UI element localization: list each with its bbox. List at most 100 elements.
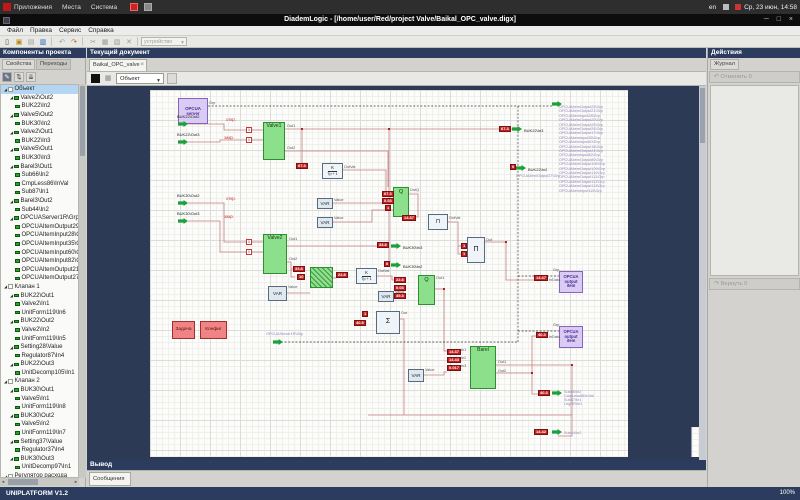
tree-item[interactable]: ◢Setting37\Value: [1, 437, 78, 446]
tree-item[interactable]: ◢BUK22\Out1: [1, 291, 78, 300]
redo-bar[interactable]: ↷ Вернуть 0: [709, 278, 800, 290]
tab-close-icon[interactable]: ×: [140, 60, 144, 71]
copy-icon[interactable]: ▦: [100, 37, 110, 47]
tab-journal[interactable]: Журнал: [710, 59, 739, 70]
cut-icon[interactable]: ✂: [88, 37, 98, 47]
tree-item[interactable]: OPCUAItemOutput29\Grp: [1, 223, 78, 232]
delete-icon[interactable]: ✕: [124, 37, 134, 47]
block-barel[interactable]: Barel: [470, 346, 496, 389]
block-var2[interactable]: VAR: [317, 217, 333, 228]
undo-bar[interactable]: ↶ Отменить 0: [709, 71, 800, 83]
edit-mode-icon[interactable]: ✎: [2, 72, 12, 82]
tree-item[interactable]: ◢BUK30\Out1: [1, 386, 78, 395]
block-prod1[interactable]: П: [467, 237, 485, 263]
tree-item[interactable]: Sub44\In2: [1, 205, 78, 214]
desktop-menu-system[interactable]: Система: [91, 4, 117, 11]
tree-item[interactable]: ◢Barel3\Out2: [1, 197, 78, 206]
tree-item[interactable]: Sub87\In1: [1, 188, 78, 197]
tree-item[interactable]: ◢BUK22\Out2: [1, 317, 78, 326]
distro-logo-icon[interactable]: [3, 3, 11, 11]
redo-icon[interactable]: ↷: [69, 37, 79, 47]
block-opcua-out2[interactable]: OPCUAoutputitem: [559, 326, 583, 348]
clock[interactable]: Ср, 23 июн, 14:58: [744, 4, 797, 11]
save-all-icon[interactable]: ▥: [38, 37, 48, 47]
canvas-vertical-scrollbar[interactable]: [699, 86, 706, 460]
tree-item[interactable]: OPCUAItemInput82\Grp: [1, 257, 78, 266]
tree-item[interactable]: Valve5\In2: [1, 420, 78, 429]
block-konfig[interactable]: Конфиг: [200, 321, 227, 339]
tree-item[interactable]: ◢BUK30\Out3: [1, 455, 78, 464]
tree-item[interactable]: OPCUAItemInput28\Grp: [1, 231, 78, 240]
block-step1[interactable]: ⊓: [428, 214, 448, 230]
zoom-level[interactable]: 100%: [780, 487, 795, 500]
launcher-icon[interactable]: [130, 3, 138, 11]
block-tf2[interactable]: KTp + 1: [356, 268, 377, 284]
tree-item[interactable]: ◢Клапан 2: [1, 377, 78, 386]
block-opcua-server[interactable]: OPCUAserver: [178, 98, 208, 124]
desktop-menu-places[interactable]: Места: [62, 4, 81, 11]
collapse-icon[interactable]: ⇊: [26, 72, 36, 82]
tree-item[interactable]: Sub66\In2: [1, 171, 78, 180]
tree-item[interactable]: ◢Valve5\Out1: [1, 145, 78, 154]
tree-item[interactable]: OPCUAItemOutput27\Grp: [1, 274, 78, 283]
tree-item[interactable]: UnitDecomp105\In1: [1, 369, 78, 378]
paste-icon[interactable]: ▧: [112, 37, 122, 47]
volume-icon[interactable]: [723, 4, 729, 10]
tree-item[interactable]: ◢OPCUAServer1R\Grp: [1, 214, 78, 223]
sort-icon[interactable]: ⇅: [14, 72, 24, 82]
keyboard-layout-indicator[interactable]: en: [709, 4, 716, 11]
tree-vertical-scrollbar[interactable]: [79, 84, 86, 478]
tree-item[interactable]: ◢Barel3\Out1: [1, 162, 78, 171]
block-var3[interactable]: VAR: [378, 291, 394, 302]
tree-item[interactable]: OPCUAItemInput60\Grp: [1, 248, 78, 257]
window-controls[interactable]: ─ □ ×: [764, 14, 796, 26]
diagram-canvas[interactable]: OPCUAserverValve1KTp + 1QVARVAR⊓ПValve2K…: [87, 86, 706, 460]
tree-item[interactable]: BUK22\In3: [1, 137, 78, 146]
new-file-icon[interactable]: ▯: [2, 37, 12, 47]
diagram-page[interactable]: OPCUAserverValve1KTp + 1QVARVAR⊓ПValve2K…: [150, 90, 628, 457]
block-q2[interactable]: Q: [418, 275, 435, 305]
input-port-box[interactable]: 0: [246, 239, 252, 245]
save-icon[interactable]: ▤: [26, 37, 36, 47]
tree-item[interactable]: ◢Клапан 1: [1, 283, 78, 292]
block-var4[interactable]: VAR: [408, 369, 424, 382]
menu-service[interactable]: Сервис: [59, 27, 81, 34]
help-icon[interactable]: [144, 3, 152, 11]
tree-item[interactable]: Regulator87\In4: [1, 351, 78, 360]
desktop-menu-applications[interactable]: Приложения: [14, 4, 52, 11]
object-dropdown[interactable]: Объект ▼: [116, 73, 164, 84]
scroll-left-icon[interactable]: ◄: [1, 479, 5, 484]
tab-transitions[interactable]: Переходы: [36, 59, 71, 70]
tree-item[interactable]: UnitDecomp97\In1: [1, 463, 78, 472]
tree-item[interactable]: BUK30\In2: [1, 119, 78, 128]
extra-tool-button[interactable]: [167, 73, 177, 84]
open-file-icon[interactable]: ▣: [14, 37, 24, 47]
block-valve2[interactable]: Valve2: [263, 234, 287, 274]
journal-list[interactable]: [710, 85, 799, 276]
tree-item[interactable]: ◢BUK30\Out2: [1, 412, 78, 421]
block-zadacha[interactable]: Задача: [172, 321, 195, 339]
tab-messages[interactable]: Сообщения: [89, 472, 131, 486]
tab-properties[interactable]: Свойства: [2, 59, 35, 70]
tree-item[interactable]: ◢Valve2\Out1: [1, 128, 78, 137]
tree-item[interactable]: Valve5\In1: [1, 394, 78, 403]
device-dropdown[interactable]: устройство▼: [141, 37, 187, 46]
input-port-box[interactable]: 0: [246, 127, 252, 133]
input-port-box[interactable]: 0: [246, 249, 252, 255]
document-tab[interactable]: Baikal_OPC_valve ×: [89, 59, 147, 71]
tree-item[interactable]: Valve2\In2: [1, 326, 78, 335]
tree-item[interactable]: BUK22\In2: [1, 102, 78, 111]
tree-item[interactable]: ◢BUK22\Out3: [1, 360, 78, 369]
tree-item[interactable]: ◢Valve2\Out2: [1, 94, 78, 103]
scroll-right-icon[interactable]: ►: [74, 479, 78, 484]
tree-item[interactable]: Regulator37\In4: [1, 446, 78, 455]
stop-icon[interactable]: [91, 74, 100, 83]
window-title-bar[interactable]: DiademLogic - [/home/user/Red/project Va…: [0, 14, 800, 26]
block-sum1[interactable]: Σ: [376, 311, 400, 334]
tree-item[interactable]: ◢Valve5\Out2: [1, 111, 78, 120]
tree-item[interactable]: UnitForm119\In5: [1, 334, 78, 343]
undo-icon[interactable]: ↶: [57, 37, 67, 47]
tree-item[interactable]: ◢Объект: [1, 85, 78, 94]
tree-item[interactable]: UnitForm119\In8: [1, 403, 78, 412]
menu-file[interactable]: Файл: [7, 27, 23, 34]
